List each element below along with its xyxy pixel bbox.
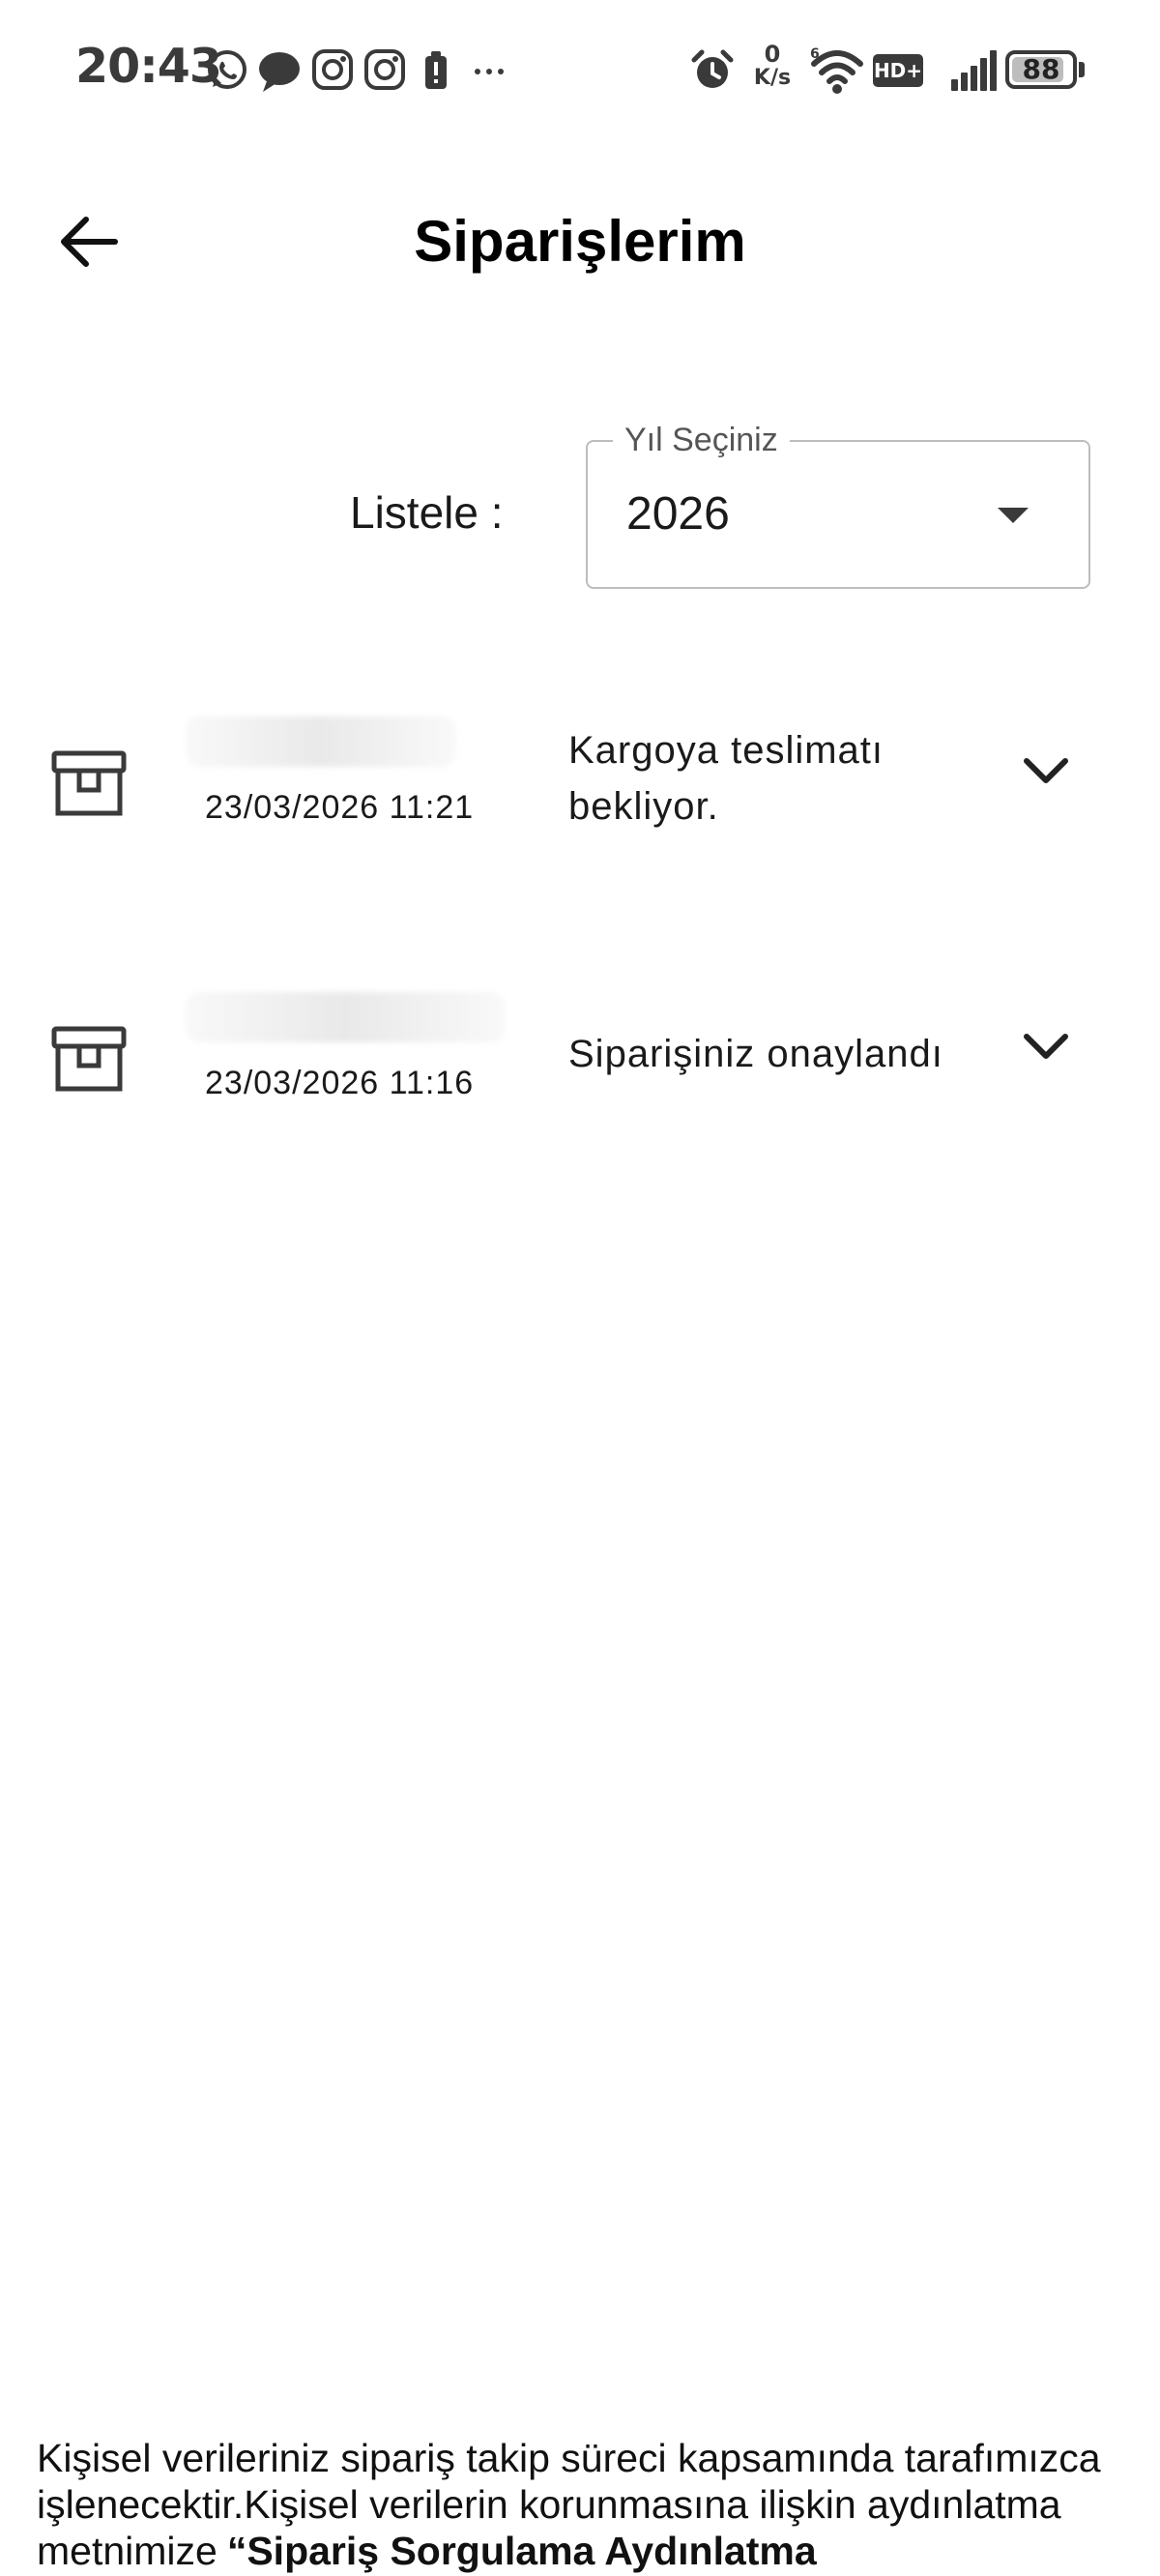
signal-strength-icon	[949, 50, 998, 91]
status-bar: 20:43 0 K/s 6 HD+ 88	[0, 0, 1160, 145]
order-row[interactable]: 23/03/2026 11:21 Kargoya teslimatı bekli…	[0, 711, 1160, 865]
order-status: Siparişiniz onaylandı	[568, 1033, 943, 1075]
battery-tip	[1079, 62, 1085, 77]
order-row[interactable]: 23/03/2026 11:16 Siparişiniz onaylandı	[0, 986, 1160, 1141]
year-select-value: 2026	[626, 488, 730, 540]
chat-bubble-icon	[257, 50, 302, 93]
svg-text:6: 6	[810, 46, 820, 62]
order-name-redacted	[186, 992, 505, 1042]
chevron-down-icon[interactable]	[1023, 1033, 1069, 1067]
status-time: 20:43	[75, 39, 222, 94]
filter-label: Listele :	[350, 487, 504, 538]
dropdown-arrow-icon	[996, 506, 1030, 530]
instagram-icon	[311, 48, 354, 91]
order-name-redacted	[186, 717, 456, 767]
instagram-icon	[363, 48, 406, 91]
battery-level: 88	[1022, 53, 1060, 85]
year-select[interactable]: Yıl Seçiniz 2026	[586, 421, 1090, 589]
year-select-label: Yıl Seçiniz	[613, 421, 790, 459]
battery-saver-icon	[423, 50, 449, 91]
privacy-notice: Kişisel verileriniz sipariş takip süreci…	[37, 2435, 1148, 2574]
order-status: Kargoya teslimatı bekliyor.	[568, 729, 884, 828]
package-box-icon	[50, 1025, 128, 1098]
hd-voice-badge: HD+	[873, 54, 923, 87]
package-box-icon	[50, 749, 128, 822]
network-speed: 0 K/s	[748, 43, 797, 89]
privacy-notice-link[interactable]: “Sipariş Sorgulama Aydınlatma	[227, 2529, 817, 2573]
alarm-clock-icon	[690, 48, 735, 93]
network-speed-unit: K/s	[753, 66, 792, 90]
whatsapp-icon	[205, 48, 249, 93]
battery-icon: 88	[1005, 50, 1077, 89]
order-date: 23/03/2026 11:21	[205, 789, 475, 826]
chevron-down-icon[interactable]	[1023, 757, 1069, 791]
order-date: 23/03/2026 11:16	[205, 1065, 475, 1101]
more-dots-icon	[474, 68, 505, 75]
page-title: Siparişlerim	[414, 209, 746, 274]
wifi-icon: 6	[810, 46, 864, 95]
network-speed-value: 0	[764, 41, 781, 68]
